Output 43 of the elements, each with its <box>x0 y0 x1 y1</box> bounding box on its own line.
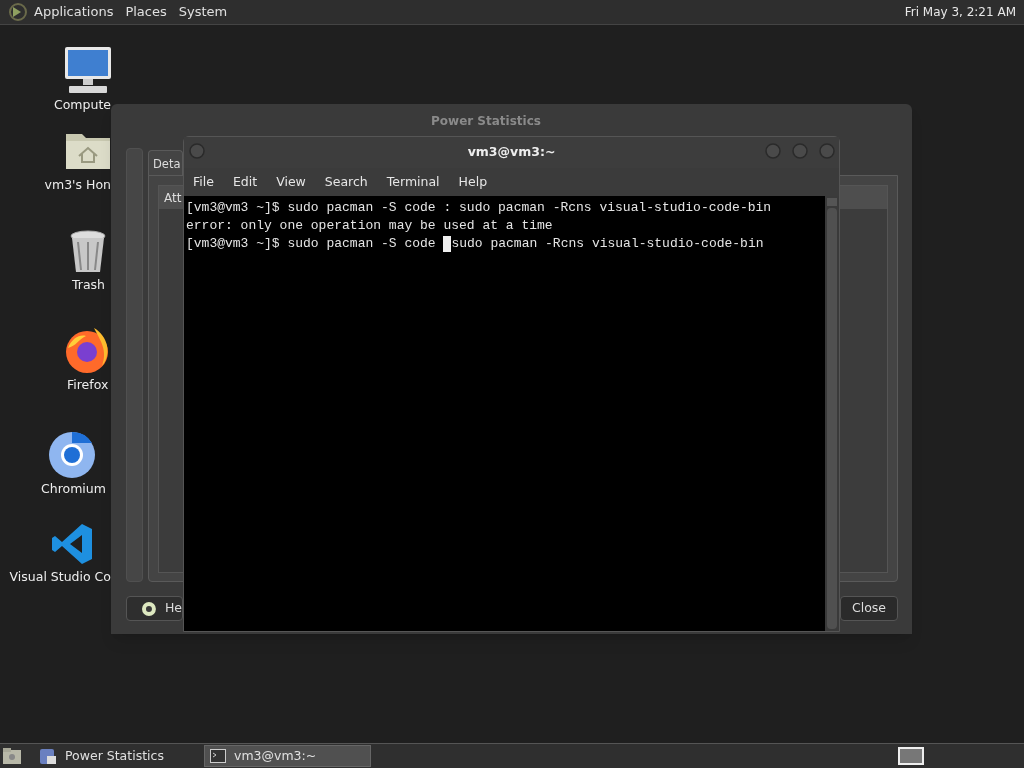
help-button[interactable]: He <box>126 596 183 621</box>
panel-menu[interactable]: System <box>178 2 228 22</box>
menu-item[interactable]: Search <box>324 172 368 192</box>
logo-icon <box>8 2 28 22</box>
menu-item[interactable]: Edit <box>232 172 258 192</box>
window-title: vm3@vm3:~ <box>467 143 556 162</box>
show-desktop-icon <box>2 747 22 765</box>
menu-item[interactable]: View <box>276 172 306 192</box>
terminal-icon <box>210 749 226 763</box>
menu-item[interactable]: File <box>193 172 214 192</box>
desktop-icon-label[interactable]: vm3's Hon <box>44 177 111 193</box>
text-cursor <box>443 236 452 252</box>
terminal-text: [vm3@vm3 ~]$ sudo pacman -S code <box>186 235 437 253</box>
app-icon <box>48 431 96 479</box>
panel-menu[interactable]: Applications <box>34 2 114 22</box>
scrollbar[interactable] <box>825 196 839 631</box>
desktop-icon-label[interactable]: Compute <box>54 97 111 113</box>
desktop-icon-label[interactable]: Trash <box>72 277 106 293</box>
window-title: Power Statistics <box>431 113 541 130</box>
taskbar-button[interactable]: Power Statistics <box>34 745 201 767</box>
terminal-text: error: only one operation may be used at a time <box>186 217 553 235</box>
tab[interactable]: Deta <box>148 150 183 176</box>
workspace-switcher[interactable] <box>898 747 924 765</box>
close-button[interactable] <box>819 143 835 159</box>
desktop-icon-label[interactable]: Visual Studio Co <box>9 569 111 585</box>
clock: Fri May 3, 2:21 AM <box>904 4 1016 21</box>
menu-item[interactable]: Help <box>458 172 488 192</box>
app-icon <box>50 522 94 566</box>
column-header[interactable]: Att <box>159 186 183 209</box>
terminal-text: sudo pacman -Rcns visual-studio-code-bin <box>451 235 764 253</box>
window-menu-icon[interactable] <box>189 143 205 159</box>
terminal-text: [vm3@vm3 ~]$ sudo pacman -S code : sudo pacman -Rcns visual-studio-code-bin <box>186 199 772 217</box>
menu-item[interactable]: Terminal <box>386 172 440 192</box>
help-icon <box>141 600 157 617</box>
desktop-icon-label[interactable]: Firefox <box>67 377 109 393</box>
maximize-button[interactable] <box>792 143 808 159</box>
trash-icon <box>69 230 107 274</box>
minimize-button[interactable] <box>765 143 781 159</box>
computer-icon <box>63 46 113 94</box>
close-button[interactable]: Close <box>840 596 898 621</box>
panel-menu[interactable]: Places <box>125 2 167 22</box>
taskbar-button[interactable]: vm3@vm3:~ <box>204 745 371 767</box>
desktop-icon-label[interactable]: Chromium <box>41 481 106 497</box>
